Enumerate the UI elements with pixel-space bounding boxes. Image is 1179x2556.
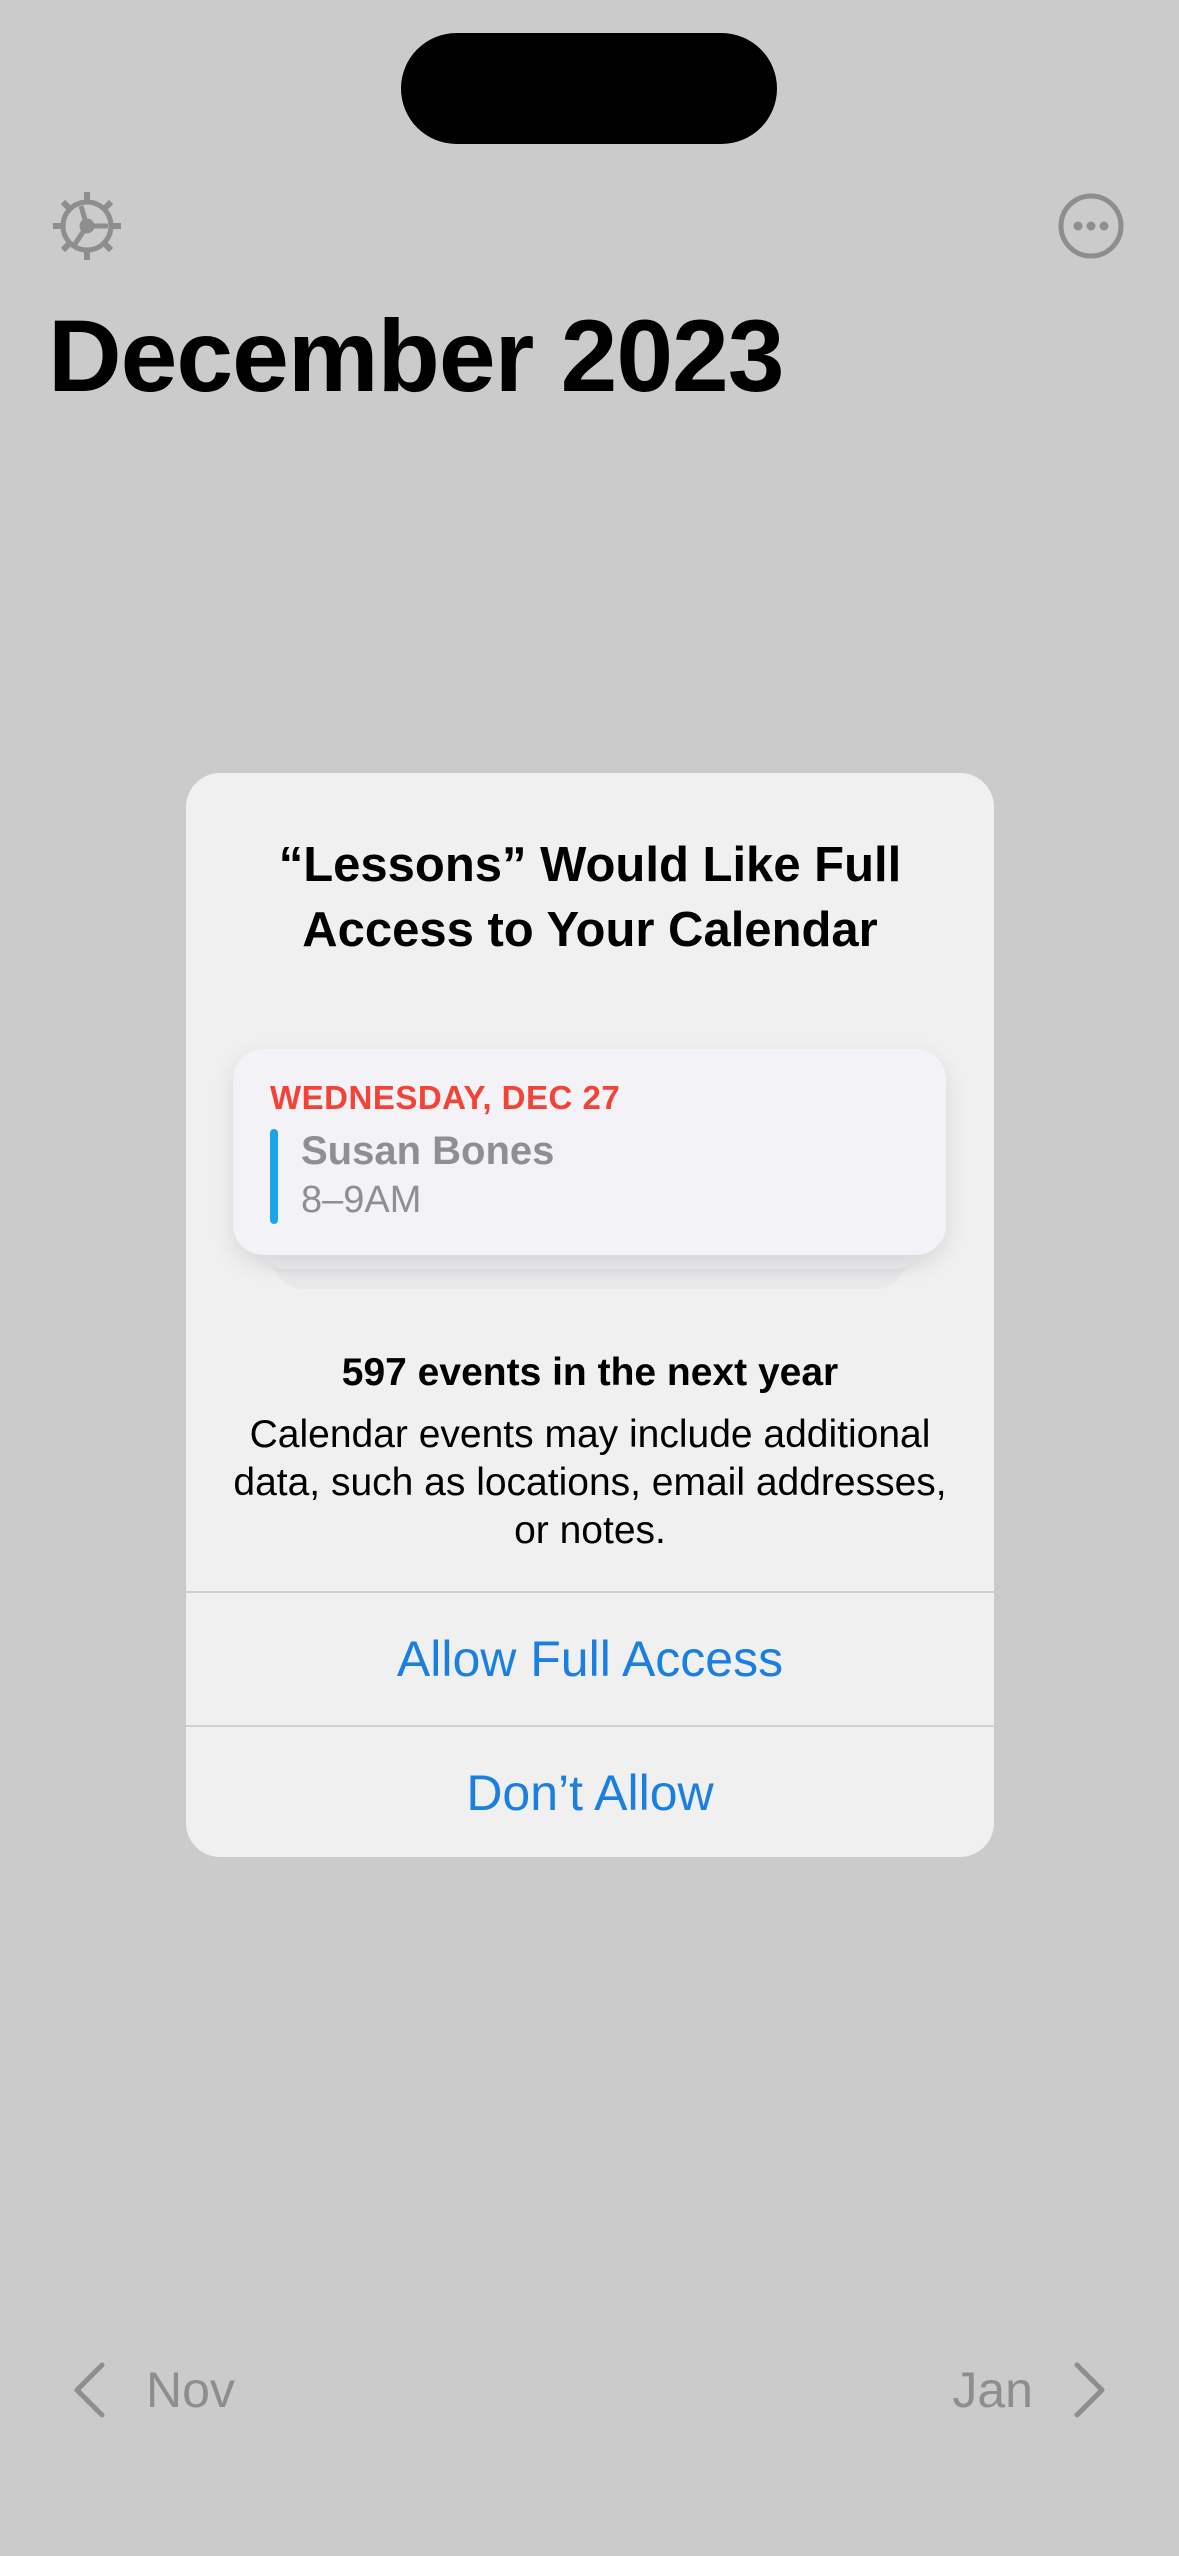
previous-month-button[interactable]: Nov xyxy=(72,2350,235,2430)
next-month-label: Jan xyxy=(952,2362,1033,2418)
dont-allow-button[interactable]: Don’t Allow xyxy=(186,1727,994,1857)
alert-message: Calendar events may include additional d… xyxy=(233,1413,947,1552)
page-title: December 2023 xyxy=(48,299,785,413)
event-time: 8–9AM xyxy=(301,1179,422,1221)
alert-title: “Lessons” Would Like Full Access to Your… xyxy=(278,838,902,957)
previous-month-label: Nov xyxy=(146,2362,235,2418)
event-date: WEDNESDAY, DEC 27 xyxy=(270,1079,621,1116)
gear-icon xyxy=(53,192,121,260)
event-color-bar xyxy=(270,1129,278,1224)
event-preview-stack: WEDNESDAY, DEC 27 Susan Bones 8–9AM xyxy=(233,1049,946,1309)
more-options-button[interactable] xyxy=(1055,190,1127,262)
events-count: 597 events in the next year xyxy=(341,1351,839,1394)
chevron-left-icon xyxy=(74,2362,105,2418)
event-preview-card: WEDNESDAY, DEC 27 Susan Bones 8–9AM xyxy=(233,1049,946,1255)
chevron-right-icon xyxy=(1074,2362,1105,2418)
ellipsis-circle-icon xyxy=(1058,193,1124,259)
next-month-button[interactable]: Jan xyxy=(952,2350,1107,2430)
settings-button[interactable] xyxy=(51,190,123,262)
allow-full-access-button[interactable]: Allow Full Access xyxy=(186,1593,994,1725)
calendar-permission-alert: “Lessons” Would Like Full Access to Your… xyxy=(186,773,994,1857)
dynamic-island xyxy=(401,33,777,144)
event-title: Susan Bones xyxy=(301,1129,555,1173)
